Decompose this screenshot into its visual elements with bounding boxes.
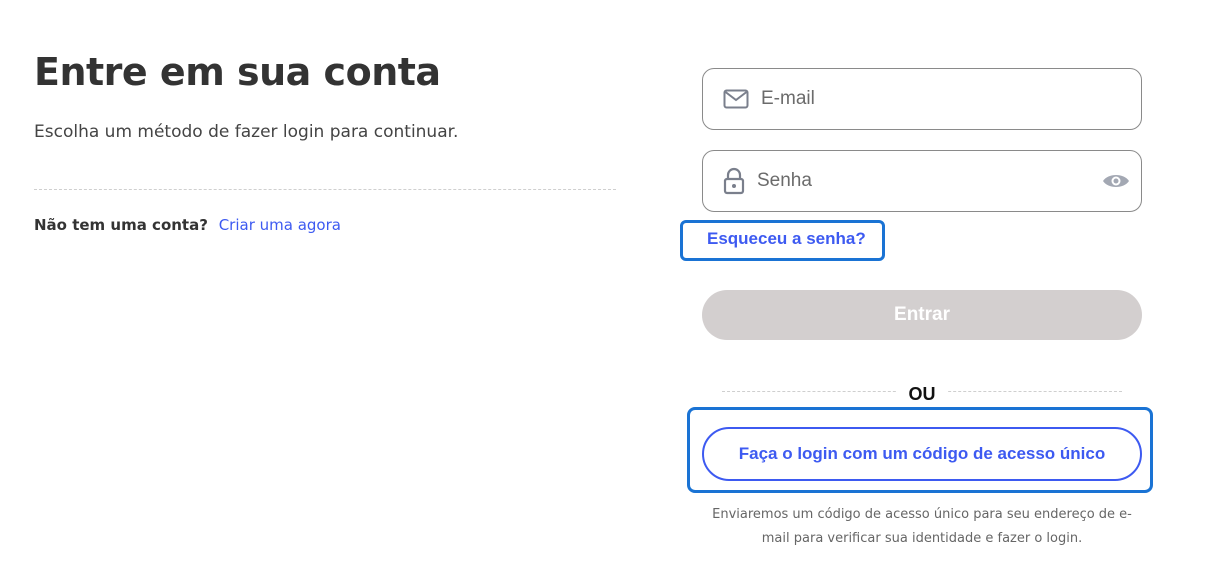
mail-icon	[723, 89, 749, 109]
code-login-button[interactable]: Faça o login com um código de acesso úni…	[702, 427, 1142, 481]
forgot-password-link[interactable]: Esqueceu a senha?	[707, 229, 866, 249]
email-field[interactable]	[702, 68, 1142, 130]
create-account-link[interactable]: Criar uma agora	[219, 216, 341, 234]
password-field[interactable]	[702, 150, 1142, 212]
password-input[interactable]	[757, 151, 1101, 211]
code-login-helper-text: Enviaremos um código de acesso único par…	[712, 507, 1132, 546]
divider	[34, 189, 616, 190]
email-input[interactable]	[761, 69, 1141, 129]
eye-icon[interactable]	[1101, 172, 1131, 190]
page-title: Entre em sua conta	[34, 50, 441, 94]
lock-icon	[723, 167, 745, 195]
enter-button[interactable]: Entrar	[702, 290, 1142, 340]
or-label: OU	[896, 384, 948, 405]
signup-row: Não tem uma conta? Criar uma agora	[34, 216, 341, 234]
page-subtitle: Escolha um método de fazer login para co…	[34, 122, 459, 142]
signup-question: Não tem uma conta?	[34, 216, 208, 234]
